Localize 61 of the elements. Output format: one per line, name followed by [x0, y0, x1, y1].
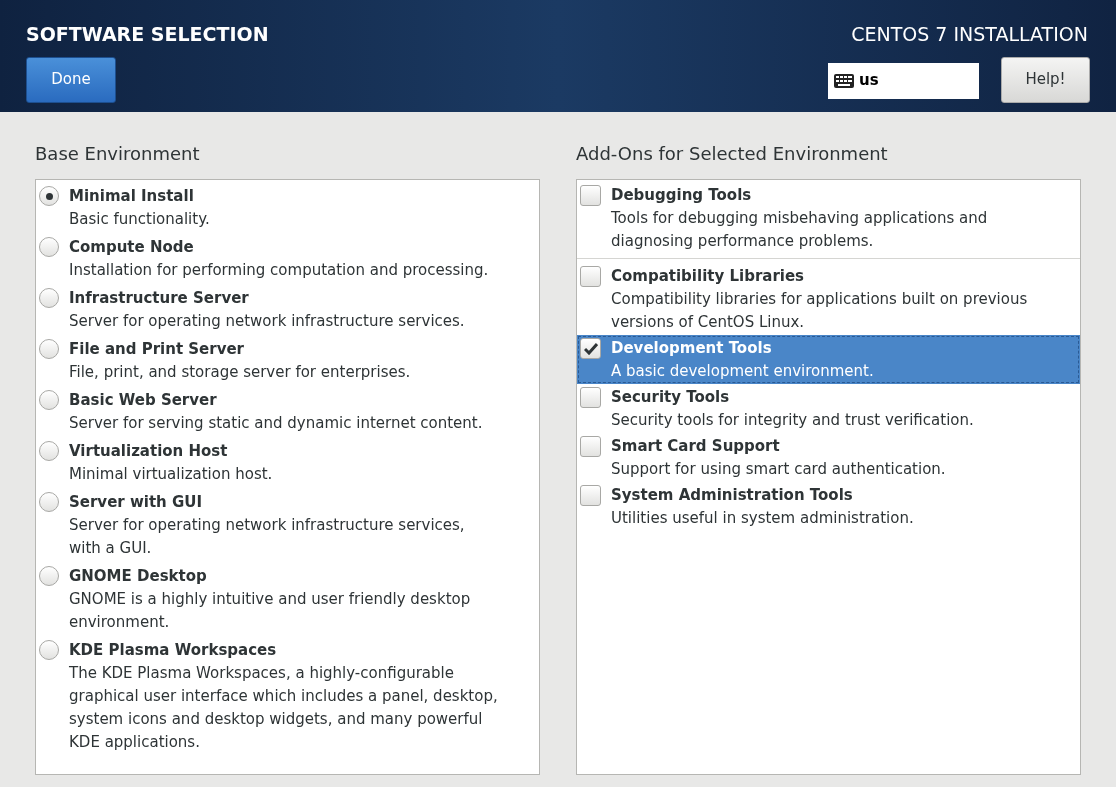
option-description: GNOME is a highly intuitive and user friendly desktop environment. [69, 589, 472, 633]
done-button[interactable]: Done [26, 56, 116, 103]
addon-row[interactable]: System Administration Tools Utilities useful in system administration. [577, 482, 1080, 531]
section-heading: Base Environment [35, 142, 201, 166]
keyboard-layout-value: us [859, 70, 879, 92]
checkmark-icon [583, 342, 598, 355]
section-heading: Add-Ons for Selected Environment [576, 142, 889, 166]
option-description: Security tools for integrity and trust verification. [611, 410, 975, 431]
option-description: Tools for debugging misbehaving applications and diagnosing performance problems. [611, 208, 989, 252]
addon-row[interactable]: Debugging Tools Tools for debugging misbehaving applications and diagnosing performance problems. [577, 182, 1080, 254]
radio-button[interactable] [39, 566, 59, 586]
radio-button[interactable] [39, 640, 59, 660]
option-name: System Administration Tools [611, 485, 854, 506]
option-name: Development Tools [611, 338, 773, 359]
addon-row[interactable]: Development Tools A basic development environment. [577, 335, 1080, 384]
option-description: Installation for performing computation and processing. [69, 260, 490, 281]
option-description: The KDE Plasma Workspaces, a highly-configurable graphical user interface which includes a panel, desktop, system icons and desktop widgets, and many powerful KDE applications. [69, 663, 499, 753]
keyboard-icon [834, 73, 854, 88]
radio-button[interactable] [39, 237, 59, 257]
option-description: Server for operating network infrastructure services. [69, 311, 466, 332]
option-name: Basic Web Server [69, 390, 218, 411]
checkbox[interactable] [580, 185, 601, 206]
option-description: File, print, and storage server for enterprises. [69, 362, 412, 383]
option-name: Virtualization Host [69, 441, 229, 462]
option-name: Server with GUI [69, 492, 204, 513]
option-description: Compatibility libraries for applications built on previous versions of CentOS Linux. [611, 289, 1029, 333]
radio-button[interactable] [39, 186, 59, 206]
radio-button[interactable] [39, 339, 59, 359]
addon-row[interactable]: Compatibility Libraries Compatibility libraries for applications built on previous versions of CentOS Linux. [577, 263, 1080, 335]
option-description: Support for using smart card authentication. [611, 459, 947, 480]
radio-button[interactable] [39, 288, 59, 308]
option-name: Security Tools [611, 387, 731, 408]
option-name: Debugging Tools [611, 185, 753, 206]
addon-row[interactable]: Security Tools Security tools for integrity and trust verification. [577, 384, 1080, 433]
checkbox[interactable] [580, 436, 601, 457]
checkbox[interactable] [580, 485, 601, 506]
option-description: Server for operating network infrastructure services, with a GUI. [69, 515, 466, 559]
option-name: Smart Card Support [611, 436, 781, 457]
option-description: A basic development environment. [611, 361, 875, 382]
radio-button[interactable] [39, 441, 59, 461]
radio-button[interactable] [39, 390, 59, 410]
option-name: File and Print Server [69, 339, 245, 360]
option-name: Compute Node [69, 237, 195, 258]
option-name: Infrastructure Server [69, 288, 250, 309]
addon-row[interactable]: Smart Card Support Support for using smart card authentication. [577, 433, 1080, 482]
help-button[interactable]: Help! [1001, 56, 1090, 103]
option-description: Utilities useful in system administration. [611, 508, 915, 529]
option-description: Basic functionality. [69, 209, 211, 230]
keyboard-layout-field[interactable]: us [828, 62, 979, 99]
option-name: Minimal Install [69, 186, 195, 207]
checkbox[interactable] [580, 338, 601, 359]
option-description: Minimal virtualization host. [69, 464, 274, 485]
option-name: KDE Plasma Workspaces [69, 640, 278, 661]
option-description: Server for serving static and dynamic internet content. [69, 413, 484, 434]
page-title: SOFTWARE SELECTION [26, 22, 269, 47]
checkbox[interactable] [580, 387, 601, 408]
radio-button[interactable] [39, 492, 59, 512]
option-name: GNOME Desktop [69, 566, 208, 587]
option-name: Compatibility Libraries [611, 266, 806, 287]
checkbox[interactable] [580, 266, 601, 287]
product-title: CENTOS 7 INSTALLATION [851, 22, 1089, 47]
